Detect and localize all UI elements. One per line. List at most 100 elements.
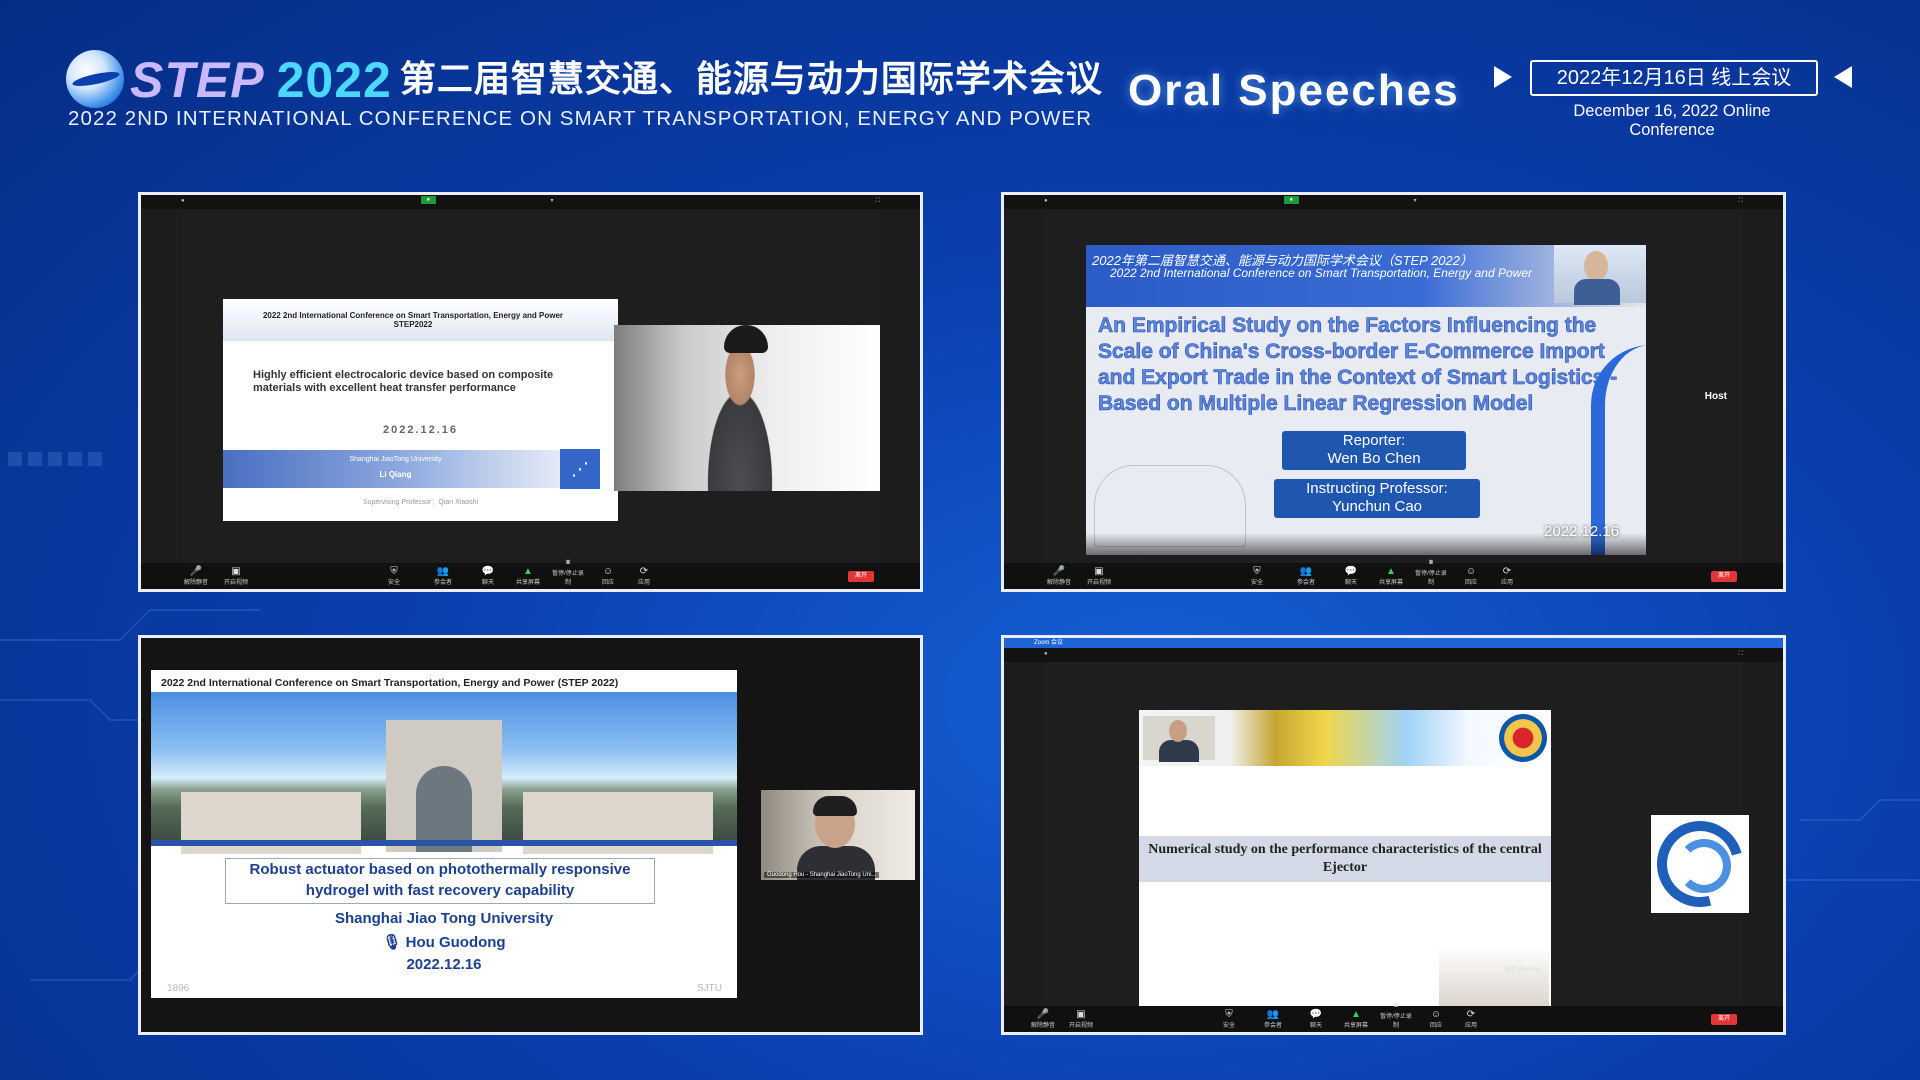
record-button[interactable]: ⏸ 暂停/停止录制 [1414, 557, 1448, 586]
slide-speaker: Li Qiang [379, 470, 412, 479]
view-options[interactable]: ▾ [551, 197, 554, 204]
zoom-window-1: ● ● ▾ ⛶ 2022 2nd International Conferenc… [138, 192, 923, 592]
share-icon[interactable]: ⋰ [560, 449, 600, 489]
participants-label: 参会者 [433, 580, 452, 586]
record-label: 暂停/停止录制 [552, 571, 584, 586]
video-button[interactable]: ▣ 开启视频 [1064, 1009, 1098, 1029]
chat-label: 聊天 [481, 580, 494, 586]
view-options[interactable]: ▾ [1414, 197, 1417, 204]
slide-date: 2022.12.16 [1544, 523, 1620, 540]
leave-button[interactable]: 离开 [1711, 571, 1737, 582]
security-label: 安全 [387, 580, 400, 586]
speaker-hair [813, 796, 857, 816]
logo-ring-inner [1677, 839, 1731, 893]
reactions-label: 回应 [601, 580, 614, 586]
fullscreen-icon[interactable]: ⛶ [876, 198, 880, 205]
chat-button[interactable]: 💬 聊天 [471, 566, 505, 586]
reactions-button[interactable]: ☺ 回应 [1419, 1009, 1453, 1029]
security-icon[interactable]: ● [1044, 651, 1048, 657]
leave-button[interactable]: 离开 [848, 571, 874, 582]
share-screen-button[interactable]: ▲ 共享屏幕 [1374, 566, 1408, 586]
mic-button[interactable]: 🎤 解除静音 [1026, 1009, 1060, 1029]
mic-label: 解除静音 [1046, 580, 1071, 586]
slide-university: Shanghai Jiao Tong University [334, 910, 554, 927]
zoom-toolbar: 🎤 解除静音 ▣ 开启视频 ⛨ 安全 👥 参会者 💬 聊天 ▲ 共享屏幕 ⏸ 暂停/停止录制 … [1004, 1000, 1783, 1032]
share-screen-icon: ▲ [1351, 1009, 1361, 1020]
mic-icon: 🎙 [382, 934, 406, 951]
apps-button[interactable]: ⟳ 应用 [1490, 566, 1524, 586]
participants-button[interactable]: 👥 参会者 [426, 566, 460, 586]
share-screen-label: 共享屏幕 [1343, 1023, 1368, 1029]
shared-slide: Numerical study on the performance chara… [1139, 710, 1551, 1018]
video-button[interactable]: ▣ 开启视频 [1082, 566, 1116, 586]
video-label: 开启视频 [223, 580, 248, 586]
shield-icon: ⛨ [390, 566, 398, 577]
play-arrow-icon [1494, 66, 1512, 88]
share-screen-icon: ▲ [1386, 566, 1396, 577]
presenter-body [1159, 740, 1199, 762]
date-en: December 16, 2022 Online Conference [1573, 102, 1771, 139]
speaker-video[interactable] [614, 325, 880, 491]
presenter-thumbnail[interactable] [1143, 716, 1215, 762]
participants-button[interactable]: 👥 参会者 [1289, 566, 1323, 586]
slide-year-right: SJTU [697, 983, 722, 994]
professor-label: Instructing Professor: [1306, 480, 1448, 497]
share-screen-button[interactable]: ▲ 共享屏幕 [1339, 1009, 1373, 1029]
zoom-topbar: ● ● ▾ ⛶ [1004, 195, 1783, 209]
brand-step: STEP [130, 52, 265, 108]
slide-title: Highly efficient electrocaloric device b… [253, 369, 554, 394]
recording-indicator[interactable]: ● [1283, 196, 1300, 204]
security-icon[interactable]: ● [181, 198, 185, 204]
security-button[interactable]: ⛨ 安全 [1212, 1009, 1246, 1029]
slide-date: 2022.12.16 [406, 956, 482, 973]
reactions-label: 回应 [1429, 1023, 1442, 1029]
chat-label: 聊天 [1309, 1023, 1322, 1029]
speaker-video[interactable]: Guodong Hou - Shanghai JiaoTong Uni... [761, 790, 915, 880]
security-button[interactable]: ⛨ 安全 [1240, 566, 1274, 586]
leave-button[interactable]: 离开 [1711, 1014, 1737, 1025]
mic-button[interactable]: 🎤 解除静音 [1042, 566, 1076, 586]
slide-divider [151, 840, 737, 846]
campus-gate [386, 720, 502, 852]
security-button[interactable]: ⛨ 安全 [377, 566, 411, 586]
apps-button[interactable]: ⟳ 应用 [627, 566, 661, 586]
presenter-thumbnail[interactable] [1554, 245, 1646, 305]
slide-year-left: 1896 [167, 983, 190, 994]
record-button[interactable]: ⏸ 暂停/停止录制 [1379, 1000, 1413, 1029]
reactions-button[interactable]: ☺ 回应 [591, 566, 625, 586]
shared-slide: 2022年第二届智慧交通、能源与动力国际学术会议（STEP 2022） 2022… [1086, 245, 1646, 555]
smile-icon: ☺ [602, 566, 614, 577]
share-screen-button[interactable]: ▲ 共享屏幕 [511, 566, 545, 586]
slide-header-en: 2022 2nd International Conference on Sma… [1109, 266, 1533, 280]
zoom-window-3: 2022 2nd International Conference on Sma… [138, 635, 923, 1035]
speaker-name: Hou Guodong [405, 934, 506, 951]
chat-button[interactable]: 💬 聊天 [1334, 566, 1368, 586]
zoom-topbar: ● ● ▾ ⛶ [141, 195, 920, 209]
professor-box: Instructing Professor: Yunchun Cao [1274, 479, 1480, 518]
presenter-body [1574, 279, 1620, 305]
mic-button[interactable]: 🎤 解除静音 [179, 566, 213, 586]
participant-video[interactable] [1641, 805, 1759, 923]
pause-icon: ⏸ [1393, 1000, 1399, 1011]
share-screen-icon: ▲ [523, 566, 533, 577]
apps-icon: ⟳ [1466, 1009, 1476, 1020]
mic-label: 解除静音 [1030, 1023, 1055, 1029]
recording-indicator[interactable]: ● [420, 196, 437, 204]
security-icon[interactable]: ● [1044, 198, 1048, 204]
fullscreen-icon[interactable]: ⛶ [1739, 198, 1743, 205]
chat-button[interactable]: 💬 聊天 [1299, 1009, 1333, 1029]
reactions-button[interactable]: ☺ 回应 [1454, 566, 1488, 586]
zoom-toolbar: 🎤 解除静音 ▣ 开启视频 ⛨ 安全 👥 参会者 💬 聊天 ▲ 共享屏幕 ⏸ 暂停/停止录制 … [1004, 557, 1783, 589]
presenter-face [1169, 720, 1187, 742]
zoom-toolbar: 🎤 解除静音 ▣ 开启视频 ⛨ 安全 👥 参会者 💬 聊天 ▲ 共享屏幕 ⏸ 暂停/停止录制 … [141, 557, 920, 589]
mic-label: 解除静音 [183, 580, 208, 586]
video-button[interactable]: ▣ 开启视频 [219, 566, 253, 586]
apps-button[interactable]: ⟳ 应用 [1454, 1009, 1488, 1029]
fullscreen-icon[interactable]: ⛶ [1739, 651, 1743, 658]
camera-icon: ▣ [1094, 566, 1104, 577]
step-logo [66, 50, 124, 108]
share-screen-label: 共享屏幕 [1378, 580, 1403, 586]
participants-button[interactable]: 👥 参会者 [1256, 1009, 1290, 1029]
reporter-name: Wen Bo Chen [1327, 450, 1421, 467]
record-button[interactable]: ⏸ 暂停/停止录制 [551, 557, 585, 586]
